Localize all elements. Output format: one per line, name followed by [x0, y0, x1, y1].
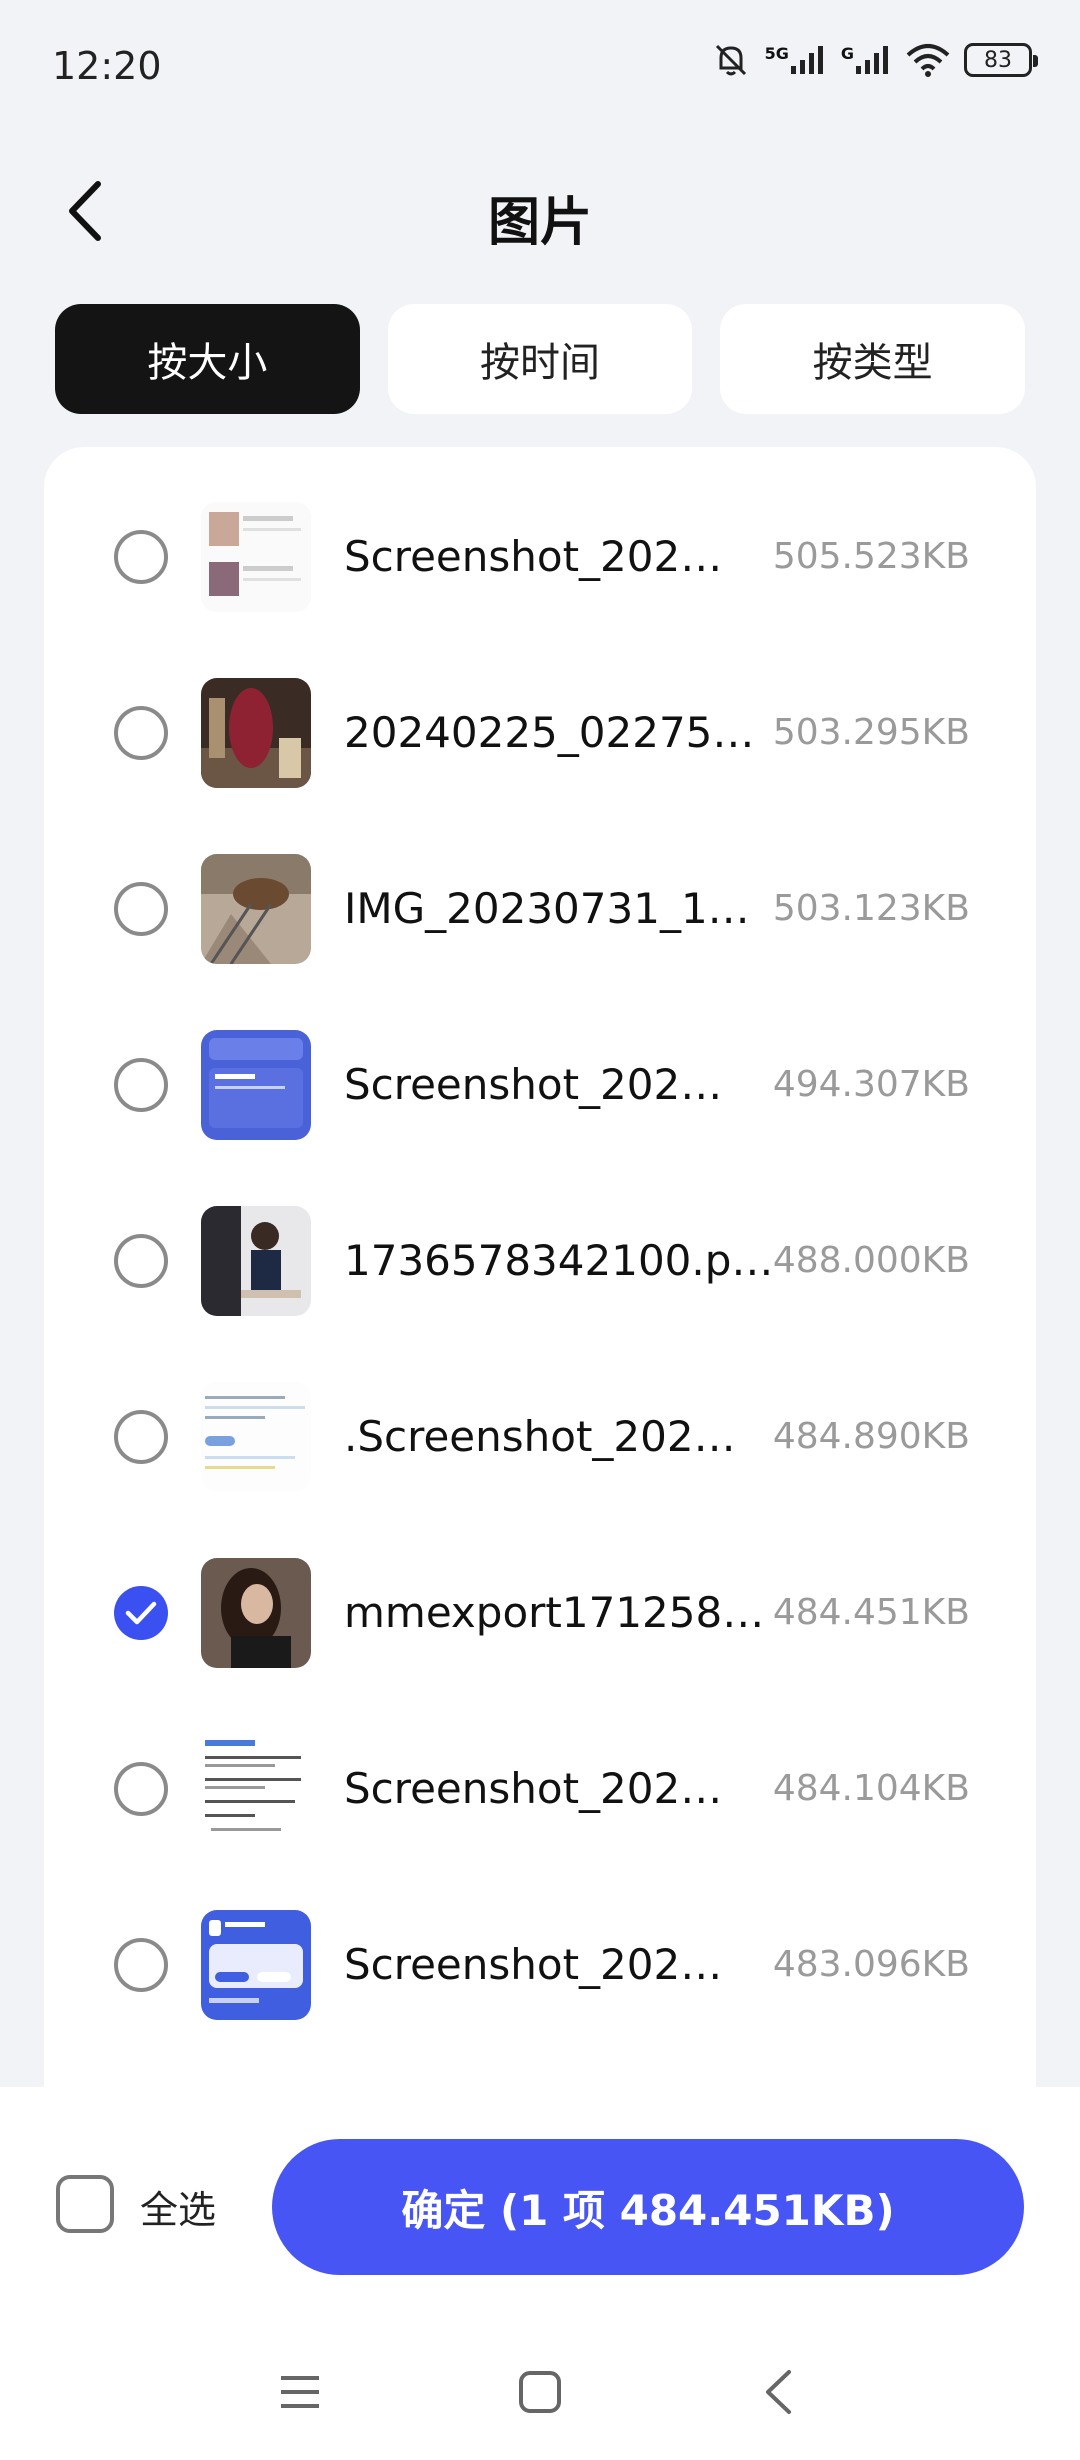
- action-bar: 全选 确定 (1 项 484.451KB): [0, 2087, 1080, 2327]
- home-square-icon: [519, 2371, 561, 2413]
- thumbnail: [201, 502, 311, 612]
- list-item[interactable]: Screenshot_202… 483.096KB: [44, 1877, 1036, 2053]
- thumbnail: [201, 1382, 311, 1492]
- file-name: .Screenshot_202…: [344, 1412, 736, 1461]
- signal-g-icon: G: [841, 44, 892, 76]
- checkmark-icon: [125, 1601, 157, 1625]
- status-bar: 12:20 5G G 83: [0, 0, 1080, 135]
- thumbnail: [201, 1558, 311, 1668]
- select-all-label[interactable]: 全选: [140, 2179, 216, 2234]
- signal-5g-icon: 5G: [765, 44, 827, 76]
- file-size: 483.096KB: [772, 1944, 970, 1985]
- file-name: Screenshot_202…: [344, 1940, 723, 1989]
- item-checkbox[interactable]: [114, 530, 168, 584]
- list-item[interactable]: Screenshot_202… 494.307KB: [44, 997, 1036, 1173]
- thumbnail: [201, 1206, 311, 1316]
- file-size: 494.307KB: [772, 1064, 970, 1105]
- file-size: 484.451KB: [772, 1592, 970, 1633]
- file-size: 503.123KB: [772, 888, 970, 929]
- list-item[interactable]: .Screenshot_202… 484.890KB: [44, 1349, 1036, 1525]
- item-checkbox[interactable]: [114, 1410, 168, 1464]
- battery-icon: 83: [964, 43, 1038, 77]
- home-button[interactable]: [500, 2357, 580, 2427]
- file-size: 484.890KB: [772, 1416, 970, 1457]
- item-checkbox[interactable]: [114, 1938, 168, 1992]
- file-name: Screenshot_202…: [344, 1060, 723, 1109]
- item-checkbox[interactable]: [114, 882, 168, 936]
- file-name: Screenshot_202…: [344, 532, 723, 581]
- thumbnail: [201, 1734, 311, 1844]
- chevron-left-icon: [766, 2370, 791, 2414]
- wifi-icon: [906, 43, 950, 77]
- file-size: 484.104KB: [772, 1768, 970, 1809]
- sort-tabs: 按大小 按时间 按类型: [55, 304, 1026, 414]
- item-checkbox[interactable]: [114, 706, 168, 760]
- list-item[interactable]: Screenshot_202… 505.523KB: [44, 469, 1036, 645]
- file-name: 20240225_02275…: [344, 708, 755, 757]
- page-title: 图片: [487, 193, 592, 253]
- menu-button[interactable]: [260, 2357, 340, 2427]
- list-item[interactable]: mmexport171258… 484.451KB: [44, 1525, 1036, 1701]
- thumbnail: [201, 1030, 311, 1140]
- select-all-checkbox[interactable]: [56, 2175, 114, 2233]
- file-name: 1736578342100.p…: [344, 1236, 774, 1285]
- system-nav-bar: [0, 2327, 1080, 2460]
- tab-by-time[interactable]: 按时间: [387, 304, 693, 414]
- file-size: 488.000KB: [772, 1240, 970, 1281]
- file-list: Screenshot_202… 505.523KB 20240225_02275…: [44, 447, 1036, 2087]
- item-checkbox[interactable]: [114, 1762, 168, 1816]
- file-size: 505.523KB: [772, 536, 970, 577]
- tab-by-type[interactable]: 按类型: [720, 304, 1026, 414]
- file-name: Screenshot_202…: [344, 1764, 723, 1813]
- status-time: 12:20: [52, 44, 162, 88]
- list-item[interactable]: 1736578342100.p… 488.000KB: [44, 1173, 1036, 1349]
- item-checkbox[interactable]: [114, 1234, 168, 1288]
- confirm-button[interactable]: 确定 (1 项 484.451KB): [272, 2139, 1024, 2275]
- list-item[interactable]: IMG_20230731_1… 503.123KB: [44, 821, 1036, 997]
- header: 图片: [0, 150, 1080, 270]
- nav-back-button[interactable]: [738, 2357, 818, 2427]
- list-item[interactable]: Screenshot_202… 484.104KB: [44, 1701, 1036, 1877]
- thumbnail: [201, 678, 311, 788]
- mute-bell-icon: [711, 40, 751, 80]
- file-name: IMG_20230731_1…: [344, 884, 750, 933]
- thumbnail: [201, 1910, 311, 2020]
- tab-by-size[interactable]: 按大小: [55, 304, 360, 414]
- list-item[interactable]: 20240225_02275… 503.295KB: [44, 645, 1036, 821]
- status-icons: 5G G 83: [711, 40, 1038, 80]
- menu-icon: [281, 2376, 319, 2408]
- file-size: 503.295KB: [772, 712, 970, 753]
- thumbnail: [201, 854, 311, 964]
- item-checkbox[interactable]: [114, 1586, 168, 1640]
- item-checkbox[interactable]: [114, 1058, 168, 1112]
- file-name: mmexport171258…: [344, 1588, 765, 1637]
